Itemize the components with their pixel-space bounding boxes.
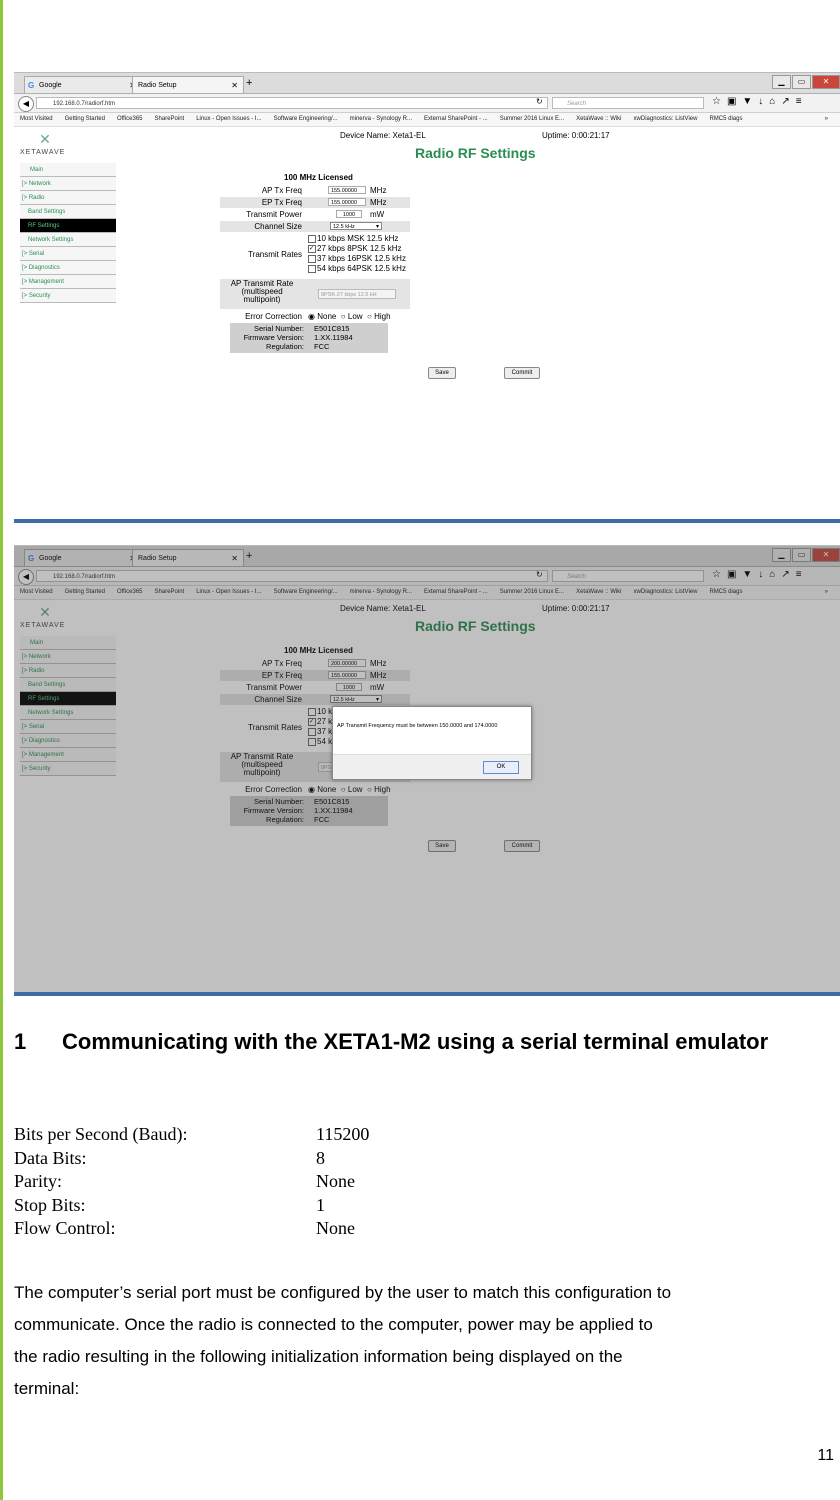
sidebar-item-management[interactable]: [> Management [20, 275, 116, 289]
transmit-power-input[interactable]: 1000 [336, 210, 362, 218]
page-number: 11 [817, 1447, 834, 1464]
transmit-rates-block: Transmit Rates 10 kbps MSK 12.5 kHz ✓27 … [248, 234, 406, 273]
serial-settings-list: Bits per Second (Baud): 115200 Data Bits:… [14, 1123, 614, 1241]
bookmark-item[interactable]: External SharePoint - ... [424, 116, 488, 122]
more-bookmarks-icon[interactable]: » [825, 113, 828, 126]
back-arrow-icon[interactable]: ◀ [18, 96, 34, 112]
setting-row: Flow Control: None [14, 1218, 355, 1238]
ap-tx-freq-input[interactable]: 155.00000 [328, 186, 366, 194]
browser-nav-bar: ◀ 192.168.0.7/radiorf.htm ↻ Search ☆▣▼↓⌂… [14, 94, 840, 113]
new-tab-icon[interactable]: + [246, 76, 252, 91]
bookmark-item[interactable]: SharePoint [155, 116, 185, 122]
commit-button[interactable]: Commit [504, 367, 540, 379]
bookmark-item[interactable]: minerva - Synology R... [350, 116, 412, 122]
rate-checkbox[interactable]: 37 kbps 16PSK 12.5 kHz [308, 254, 406, 263]
minimize-icon[interactable]: ▁ [772, 75, 791, 89]
bookmark-item[interactable]: Software Engineering/... [274, 116, 338, 122]
page-left-rule [0, 0, 3, 1500]
sidebar-item-diagnostics[interactable]: [> Diagnostics [20, 261, 116, 275]
sidebar: Main [> Network [> Radio Band Settings R… [20, 163, 116, 303]
ap-transmit-rate-select[interactable]: 8PSK-27 kbps 12.5 kH [318, 289, 396, 299]
checkbox-checked-icon[interactable]: ✓ [308, 244, 316, 253]
channel-size-select[interactable]: 12.5 kHz [330, 222, 382, 231]
bookmark-item[interactable]: Summer 2016 Linux E... [500, 116, 564, 122]
bookmark-item[interactable]: RMC5 diags [709, 116, 742, 122]
device-info-box: Serial Number: E501C815 Firmware Version:… [230, 323, 388, 353]
page-title: Radio RF Settings [415, 145, 536, 161]
setting-row: Bits per Second (Baud): 115200 [14, 1124, 370, 1144]
google-icon: G [28, 81, 35, 90]
bookmark-item[interactable]: Most Visited [20, 116, 53, 122]
rate-checkbox[interactable]: ✓27 kbps 8PSK 12.5 kHz [308, 244, 402, 253]
transmit-power-row: Transmit Power 1000 mW [246, 210, 385, 219]
ap-tx-freq-row: AP Tx Freq 155.00000 MHz [261, 186, 387, 195]
bookmarks-bar: Most Visited Getting Started Office365 Shar… [14, 113, 840, 127]
screenshot-frequency-error-dialog: G Google ✕ Radio Setup ✕ + ▁ ▭ ✕ ◀ 192.1… [14, 545, 840, 994]
tab-google[interactable]: G Google ✕ [24, 76, 142, 93]
page-content: ✕ XETAWAVE Device Name: Xeta1-EL Uptime:… [14, 127, 840, 521]
sidebar-item-serial[interactable]: [> Serial [20, 247, 116, 261]
bookmark-item[interactable]: Linux - Open Issues - I... [196, 116, 261, 122]
rate-checkbox[interactable]: 54 kbps 64PSK 12.5 kHz [308, 264, 406, 273]
bookmark-item[interactable]: Office365 [117, 116, 143, 122]
xetawave-logo: ✕ XETAWAVE [20, 131, 66, 156]
uptime: Uptime: 0:00:21:17 [542, 131, 610, 140]
screenshot-radio-rf-settings: G Google ✕ Radio Setup ✕ + ▁ ▭ ✕ ◀ 192.1… [14, 72, 840, 521]
taskbar-strip [14, 519, 840, 523]
body-paragraph: The computer’s serial port must be confi… [14, 1283, 672, 1398]
alert-dialog: AP Transmit Frequency must be between 15… [332, 706, 532, 780]
checkbox-icon[interactable] [308, 264, 316, 273]
section-number: 1 [14, 1029, 27, 1054]
tab-radio-setup[interactable]: Radio Setup ✕ [132, 76, 244, 93]
bookmark-item[interactable]: Getting Started [65, 116, 105, 122]
section-title: Communicating with the XETA1-M2 using a … [62, 1029, 769, 1054]
radio-selected-icon[interactable]: ◉ [308, 312, 315, 321]
ap-transmit-rate-row: AP Transmit Rate(multispeedmultipoint) 8… [220, 279, 410, 309]
error-correction-row: Error Correction ◉ None ○ Low ○ High [245, 312, 391, 321]
url-bar[interactable]: 192.168.0.7/radiorf.htm [36, 97, 548, 109]
sidebar-item-network-settings[interactable]: Network Settings [20, 233, 116, 247]
alert-message: AP Transmit Frequency must be between 15… [337, 723, 498, 729]
search-input[interactable]: Search [552, 97, 704, 109]
sidebar-item-network[interactable]: [> Network [20, 177, 116, 191]
reload-icon[interactable]: ↻ [536, 97, 543, 106]
ep-tx-freq-input[interactable]: 155.00000 [328, 198, 366, 206]
radio-icon[interactable]: ○ [341, 312, 346, 321]
logo-mark-icon: ✕ [39, 131, 51, 147]
window-controls: ▁ ▭ ✕ [771, 75, 840, 89]
setting-row: Data Bits: 8 [14, 1147, 325, 1168]
sidebar-item-band-settings[interactable]: Band Settings [20, 205, 116, 219]
checkbox-icon[interactable] [308, 254, 316, 263]
setting-row: Stop Bits: 1 [14, 1194, 325, 1215]
close-window-icon[interactable]: ✕ [812, 75, 840, 89]
ep-tx-freq-row: EP Tx Freq 155.00000 MHz [220, 197, 410, 208]
toolbar-icons[interactable]: ☆▣▼↓⌂↗≡ [712, 96, 808, 107]
sidebar-item-rf-settings[interactable]: RF Settings [20, 219, 116, 233]
bookmark-item[interactable]: XetaWave :: Wiki [576, 116, 621, 122]
checkbox-icon[interactable] [308, 234, 316, 243]
maximize-icon[interactable]: ▭ [792, 75, 811, 89]
browser-tab-bar: G Google ✕ Radio Setup ✕ + ▁ ▭ ✕ [14, 73, 840, 94]
band-heading: 100 MHz Licensed [284, 173, 353, 182]
bookmark-item[interactable]: xwDiagnostics: ListView [634, 116, 698, 122]
taskbar-strip [14, 992, 840, 996]
close-tab-icon[interactable]: ✕ [231, 77, 238, 94]
ok-button[interactable]: OK [483, 761, 519, 774]
device-name: Device Name: Xeta1-EL [340, 131, 426, 140]
channel-size-row: Channel Size 12.5 kHz [220, 221, 410, 232]
save-button[interactable]: Save [428, 367, 456, 379]
sidebar-item-radio[interactable]: [> Radio [20, 191, 116, 205]
sidebar-item-main[interactable]: Main [20, 163, 116, 177]
rate-checkbox[interactable]: 10 kbps MSK 12.5 kHz [308, 234, 398, 243]
radio-icon[interactable]: ○ [367, 312, 372, 321]
setting-row: Parity: None [14, 1171, 355, 1191]
sidebar-item-security[interactable]: [> Security [20, 289, 116, 303]
